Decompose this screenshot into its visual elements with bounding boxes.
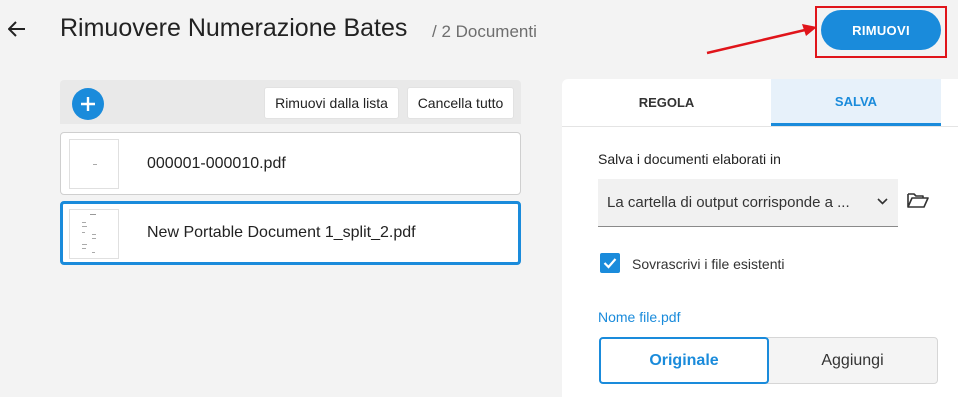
add-file-button[interactable] xyxy=(72,88,104,120)
settings-panel: REGOLA SALVA Salva i documenti elaborati… xyxy=(562,79,958,397)
filename-link[interactable]: Nome file.pdf xyxy=(598,309,680,325)
pdf-thumbnail xyxy=(69,139,119,189)
tab-regola[interactable]: REGOLA xyxy=(562,79,771,126)
file-name: New Portable Document 1_split_2.pdf xyxy=(147,224,416,241)
annotation-arrow xyxy=(706,24,817,55)
check-icon xyxy=(603,258,617,269)
file-list-item[interactable]: 000001-000010.pdf xyxy=(60,132,521,195)
output-folder-value: La cartella di output corrisponde a ... xyxy=(607,194,850,211)
save-location-label: Salva i documenti elaborati in xyxy=(598,151,781,167)
folder-open-icon xyxy=(907,193,929,208)
append-name-option[interactable]: Aggiungi xyxy=(767,337,938,384)
page-title: Rimuovere Numerazione Bates xyxy=(60,14,408,42)
tab-salva[interactable]: SALVA xyxy=(771,79,941,126)
plus-icon xyxy=(81,97,95,111)
back-button[interactable] xyxy=(6,18,28,40)
remove-from-list-button[interactable]: Rimuovi dalla lista xyxy=(264,87,399,119)
file-list-item-selected[interactable]: New Portable Document 1_split_2.pdf xyxy=(60,201,521,265)
document-count: / 2 Documenti xyxy=(432,22,537,41)
chevron-down-icon xyxy=(877,198,888,205)
overwrite-label: Sovrascrivi i file esistenti xyxy=(632,256,785,272)
original-name-option[interactable]: Originale xyxy=(599,337,769,384)
overwrite-checkbox[interactable] xyxy=(600,253,620,273)
arrow-left-icon xyxy=(8,21,25,37)
clear-all-button[interactable]: Cancella tutto xyxy=(407,87,514,119)
file-name: 000001-000010.pdf xyxy=(147,155,286,172)
output-folder-select[interactable]: La cartella di output corrisponde a ... xyxy=(598,179,898,227)
tab-divider xyxy=(562,126,958,127)
browse-folder-button[interactable] xyxy=(907,191,929,214)
remove-button[interactable]: RIMUOVI xyxy=(821,10,941,50)
pdf-thumbnail xyxy=(69,209,119,259)
file-list-toolbar: Rimuovi dalla lista Cancella tutto xyxy=(60,80,521,124)
